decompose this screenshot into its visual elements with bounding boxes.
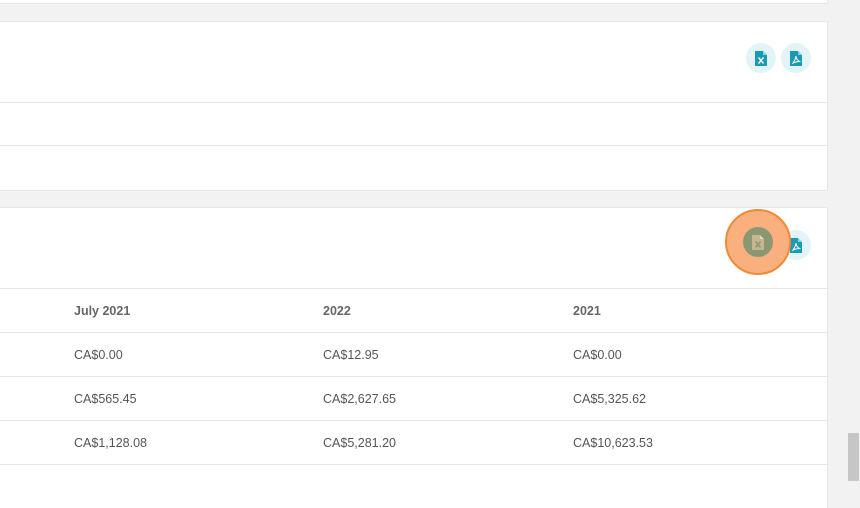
- table-cell: CA$5,281.20: [323, 420, 573, 465]
- pdf-file-icon: [790, 50, 802, 66]
- column-header: 2021: [573, 289, 827, 333]
- vertical-scrollbar[interactable]: [847, 0, 860, 481]
- export-excel-button-highlighted[interactable]: [725, 209, 791, 275]
- table-cell: CA$1,128.08: [74, 420, 323, 465]
- scrollbar-thumb[interactable]: [848, 433, 859, 481]
- report-table: July 2021 2022 2021 CA$0.00 CA$12.95 CA$…: [0, 289, 827, 465]
- previous-card: [0, 0, 828, 4]
- table-cell: CA$0.00: [573, 332, 827, 377]
- pdf-file-icon: [790, 237, 802, 253]
- table-cell: CA$565.45: [74, 376, 323, 421]
- table-header-row: July 2021 2022 2021: [0, 289, 827, 333]
- export-excel-button[interactable]: [743, 227, 773, 257]
- export-pdf-button[interactable]: [781, 43, 811, 73]
- export-excel-button[interactable]: [746, 43, 776, 73]
- table-row: CA$0.00 CA$12.95 CA$0.00: [0, 332, 827, 377]
- report-card-1: [0, 21, 828, 191]
- report-card-2: July 2021 2022 2021 CA$0.00 CA$12.95 CA$…: [0, 207, 828, 508]
- table-row: CA$1,128.08 CA$5,281.20 CA$10,623.53: [0, 420, 827, 465]
- table-row: [0, 145, 827, 146]
- table-cell: CA$0.00: [74, 332, 323, 377]
- report-card-1-header: [0, 22, 827, 103]
- column-header: 2022: [323, 289, 573, 333]
- table-cell: CA$5,325.62: [573, 376, 827, 421]
- excel-file-icon: [755, 50, 767, 66]
- table-cell: CA$12.95: [323, 332, 573, 377]
- table-cell: CA$10,623.53: [573, 420, 827, 465]
- column-header: July 2021: [74, 289, 323, 333]
- excel-file-icon: [752, 234, 764, 250]
- table-cell: CA$2,627.65: [323, 376, 573, 421]
- table-row: CA$565.45 CA$2,627.65 CA$5,325.62: [0, 376, 827, 421]
- report-card-2-header: [0, 208, 827, 289]
